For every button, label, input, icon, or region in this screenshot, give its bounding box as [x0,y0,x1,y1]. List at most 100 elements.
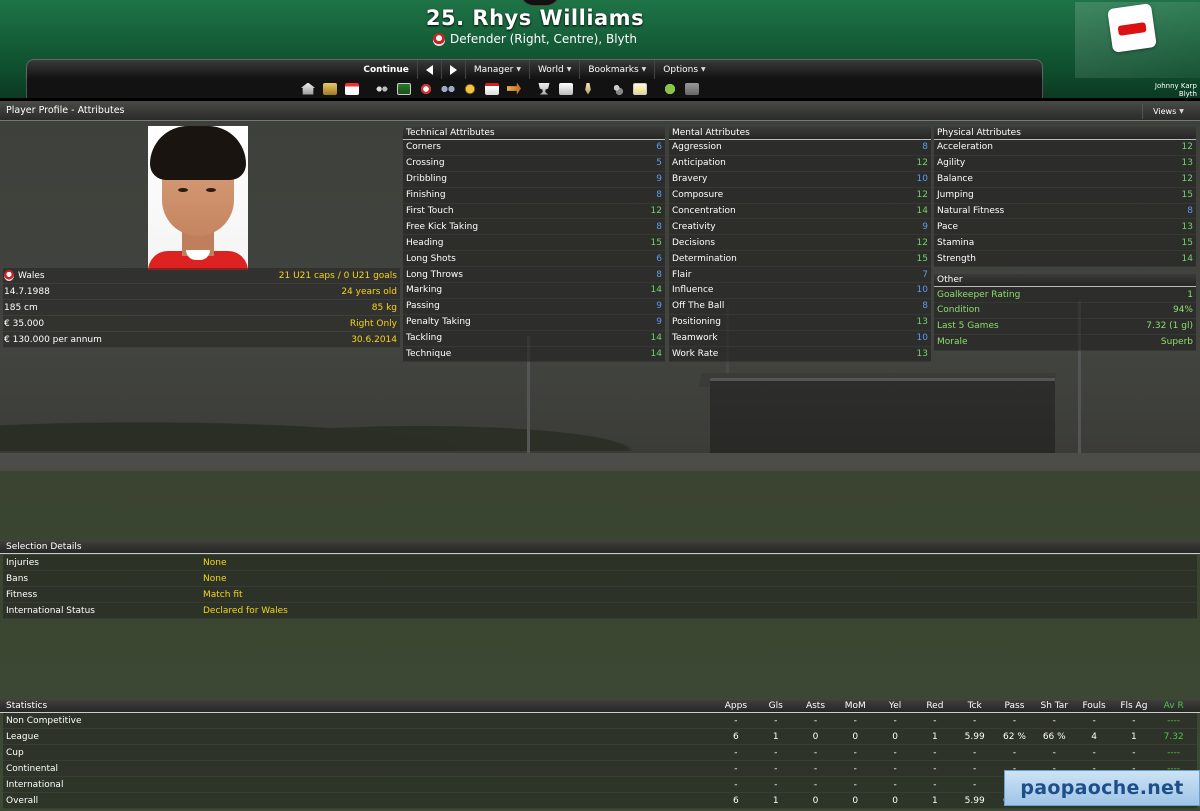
news-icon[interactable] [485,82,499,95]
manager-info[interactable]: Johnny Karp Blyth [1155,82,1197,98]
staff-icon[interactable] [611,82,625,95]
mental-attribute-row[interactable]: Work Rate 13 [669,346,931,363]
stat-column-header[interactable]: Gls [756,700,796,713]
physical-attribute-row[interactable]: Stamina 15 [934,235,1196,252]
caret-down-icon: ▼ [701,66,706,73]
physical-attribute-row[interactable]: Pace 13 [934,219,1196,236]
other-row[interactable]: Morale Superb [934,334,1196,351]
mental-attribute-row[interactable]: Creativity 9 [669,219,931,236]
finances-icon[interactable] [463,82,477,95]
selection-value[interactable]: Match fit [203,590,243,600]
stat-column-header[interactable]: Av R [1154,700,1194,713]
stat-column-header[interactable]: Yel [875,700,915,713]
views-button[interactable]: Views ▼ [1142,104,1194,119]
stat-column-header[interactable]: Red [915,700,955,713]
tactics-icon[interactable] [397,82,411,95]
technical-attribute-row[interactable]: Heading 15 [403,235,665,252]
world-menu[interactable]: World ▼ [530,59,581,80]
mental-attribute-row[interactable]: Bravery 10 [669,171,931,188]
back-button[interactable] [418,59,442,80]
technical-attribute-row[interactable]: Finishing 8 [403,187,665,204]
technical-attribute-row[interactable]: Long Throws 8 [403,267,665,284]
technical-attribute-row[interactable]: Penalty Taking 9 [403,314,665,331]
other-row[interactable]: Goalkeeper Rating 1 [934,287,1196,304]
mental-attribute-row[interactable]: Flair 7 [669,267,931,284]
selection-value[interactable]: None [203,558,226,568]
attribute-name: Strength [937,253,976,264]
squad-icon[interactable] [375,82,389,95]
bookmarks-menu[interactable]: Bookmarks ▼ [580,59,656,80]
stat-column-header[interactable]: Fouls [1074,700,1114,713]
mental-attribute-row[interactable]: Aggression 8 [669,140,931,156]
stat-column-header[interactable]: Pass [995,700,1035,713]
technical-attribute-row[interactable]: Tackling 14 [403,330,665,347]
competition-table-icon[interactable] [559,82,573,95]
help-icon[interactable] [663,82,677,95]
stat-column-header[interactable]: Sh Tar [1034,700,1074,713]
stat-cell: ---- [1167,716,1181,726]
awards-icon[interactable] [585,82,591,95]
coca-cola-championship-icon [1107,3,1157,53]
attribute-value: 15 [650,237,662,248]
technical-attribute-row[interactable]: Long Shots 6 [403,251,665,268]
other-row[interactable]: Last 5 Games 7.32 (1 gl) [934,318,1196,335]
mental-attribute-row[interactable]: Determination 15 [669,251,931,268]
technical-attribute-row[interactable]: Corners 6 [403,140,665,156]
training-icon[interactable] [419,82,433,95]
technical-attribute-row[interactable]: Free Kick Taking 8 [403,219,665,236]
technical-attribute-row[interactable]: Dribbling 9 [403,171,665,188]
home-icon[interactable] [301,82,315,95]
technical-attribute-row[interactable]: Crossing 5 [403,155,665,172]
physical-attribute-row[interactable]: Jumping 15 [934,187,1196,204]
stat-row[interactable]: League 6 1 0 0 0 1 5.99 62 % 66 % 4 1 7.32 [3,729,1197,745]
physical-attribute-row[interactable]: Natural Fitness 8 [934,203,1196,220]
attribute-value: 9 [922,221,928,232]
mental-attribute-row[interactable]: Influence 10 [669,283,931,299]
technical-attribute-row[interactable]: Marking 14 [403,283,665,299]
other-row[interactable]: Condition 94% [934,303,1196,319]
options-menu[interactable]: Options ▼ [655,60,713,80]
scouting-icon[interactable] [441,82,455,95]
selection-value[interactable]: None [203,574,226,584]
stat-row[interactable]: Non Competitive - - - - - - - - - - - ---- [3,713,1197,729]
physical-attribute-row[interactable]: Acceleration 12 [934,140,1196,156]
search-icon[interactable] [685,82,699,95]
physical-attribute-row[interactable]: Balance 12 [934,171,1196,188]
attribute-name: Stamina [937,237,975,248]
info-label: € 35.000 [4,319,44,329]
physical-attribute-row[interactable]: Strength 14 [934,251,1196,268]
technical-attribute-row[interactable]: First Touch 12 [403,203,665,220]
inbox-icon[interactable] [323,82,337,95]
calendar-icon[interactable] [345,82,359,95]
physical-attribute-row[interactable]: Agility 13 [934,155,1196,172]
selection-value[interactable]: Declared for Wales [203,606,288,616]
stat-column-header[interactable]: Fls Ag [1114,700,1154,713]
stat-column-header[interactable]: Asts [796,700,836,713]
stat-column-header[interactable]: Tck [955,700,995,713]
stat-cells: --------------- [716,745,1194,761]
player-position-club[interactable]: Defender (Right, Centre), Blyth [450,32,637,46]
stat-column-header[interactable]: MoM [835,700,875,713]
mental-attribute-row[interactable]: Composure 12 [669,187,931,204]
transfers-icon[interactable] [507,82,521,95]
manager-menu[interactable]: Manager ▼ [466,59,530,80]
continue-button[interactable]: Continue [355,59,418,80]
stat-column-header[interactable]: Apps [716,700,756,713]
mental-attribute-row[interactable]: Off The Ball 8 [669,298,931,315]
stat-cell: 0 [812,732,819,742]
caret-down-icon: ▼ [566,66,572,73]
technical-attribute-row[interactable]: Technique 14 [403,346,665,363]
club-crest-icon[interactable] [433,32,446,46]
forward-button[interactable] [442,59,466,80]
info-label-text[interactable]: Wales [18,271,45,281]
mental-attribute-row[interactable]: Positioning 13 [669,314,931,331]
mental-attribute-row[interactable]: Anticipation 12 [669,155,931,172]
trophy-icon[interactable] [538,82,550,95]
mental-attribute-row[interactable]: Decisions 12 [669,235,931,252]
stat-row[interactable]: Cup - - - - - - - - - - - ---- [3,745,1197,761]
stat-cell: - [853,748,857,758]
mental-attribute-row[interactable]: Teamwork 10 [669,330,931,347]
technical-attribute-row[interactable]: Passing 9 [403,298,665,315]
mental-attribute-row[interactable]: Concentration 14 [669,203,931,220]
notes-icon[interactable] [633,82,647,95]
